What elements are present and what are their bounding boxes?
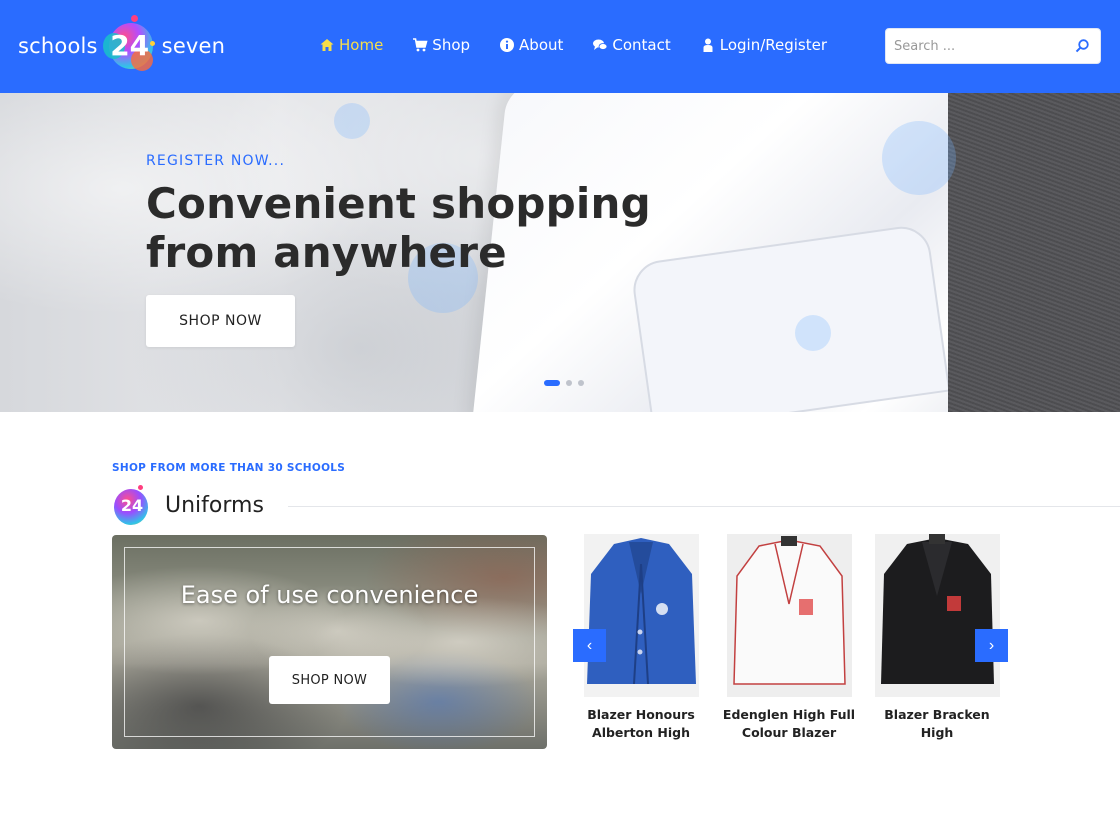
logo-number: 24	[110, 29, 150, 62]
slider-pagination	[544, 380, 584, 386]
nav-label-contact: Contact	[612, 36, 671, 54]
section-title: Uniforms	[165, 493, 264, 518]
hero-title: Convenient shopping from anywhere	[146, 179, 651, 277]
cart-icon	[413, 38, 428, 52]
nav-item-login[interactable]: Login/Register	[700, 36, 827, 54]
nav-item-home[interactable]: Home	[319, 36, 383, 54]
section-header: 24 Uniforms	[112, 485, 1120, 527]
slider-dot-1[interactable]	[544, 380, 560, 386]
nav-label-shop: Shop	[432, 36, 471, 54]
main-nav: Home Shop About Contact Login/Register	[319, 36, 856, 54]
user-icon	[703, 38, 713, 52]
hero-content: REGISTER NOW... Convenient shopping from…	[146, 153, 651, 347]
nav-label-login: Login/Register	[719, 36, 828, 54]
product-name[interactable]: Blazer Bracken High	[869, 706, 1005, 742]
promo-frame	[124, 547, 535, 737]
hero-shop-now-button[interactable]: SHOP NOW	[146, 295, 295, 347]
slider-dot-2[interactable]	[566, 380, 572, 386]
product-image-black-blazer[interactable]	[874, 534, 1000, 697]
search-icon[interactable]	[1074, 38, 1090, 54]
brand-24-icon: 24	[112, 485, 152, 527]
logo-badge-icon: 24	[101, 15, 159, 77]
site-header: schools 24 seven Home Shop About Contact…	[0, 0, 1120, 93]
slider-dot-3[interactable]	[578, 380, 584, 386]
logo-text-right: seven	[161, 34, 226, 58]
hero-kicker: REGISTER NOW...	[146, 153, 286, 169]
logo-text-left: schools	[18, 34, 98, 58]
search-box	[885, 28, 1101, 64]
section-icon-number: 24	[120, 496, 144, 515]
hero-slider: REGISTER NOW... Convenient shopping from…	[0, 93, 1120, 412]
product-image-white-blazer[interactable]	[726, 534, 852, 697]
product-carousel: Blazer Honours Alberton High Edenglen Hi…	[573, 532, 1013, 752]
info-icon	[500, 38, 515, 52]
hero-title-line2: from anywhere	[146, 228, 507, 277]
nav-label-about: About	[519, 36, 564, 54]
nav-item-contact[interactable]: Contact	[592, 36, 671, 54]
nav-item-shop[interactable]: Shop	[412, 36, 470, 54]
promo-title: Ease of use convenience	[180, 581, 479, 609]
product-card[interactable]: Edenglen High Full Colour Blazer	[721, 534, 857, 742]
carousel-prev-button[interactable]: ‹	[573, 629, 606, 662]
product-name[interactable]: Edenglen High Full Colour Blazer	[721, 706, 857, 742]
site-logo[interactable]: schools 24 seven	[18, 14, 225, 78]
promo-banner[interactable]: Ease of use convenience SHOP NOW	[112, 535, 547, 749]
promo-shop-now-button[interactable]: SHOP NOW	[269, 656, 390, 704]
section-divider	[288, 506, 1120, 507]
chevron-left-icon: ‹	[586, 636, 593, 654]
product-name[interactable]: Blazer Honours Alberton High	[573, 706, 709, 742]
carousel-next-button[interactable]: ›	[975, 629, 1008, 662]
section-kicker: SHOP FROM MORE THAN 30 SCHOOLS	[112, 462, 346, 474]
nav-item-about[interactable]: About	[499, 36, 563, 54]
search-input[interactable]	[894, 29, 1064, 63]
hero-title-line1: Convenient shopping	[146, 179, 651, 228]
home-icon	[320, 39, 334, 51]
chevron-right-icon: ›	[988, 636, 995, 654]
nav-label-home: Home	[339, 36, 384, 54]
chat-icon	[593, 39, 608, 50]
product-image-blue-blazer[interactable]	[583, 534, 699, 697]
